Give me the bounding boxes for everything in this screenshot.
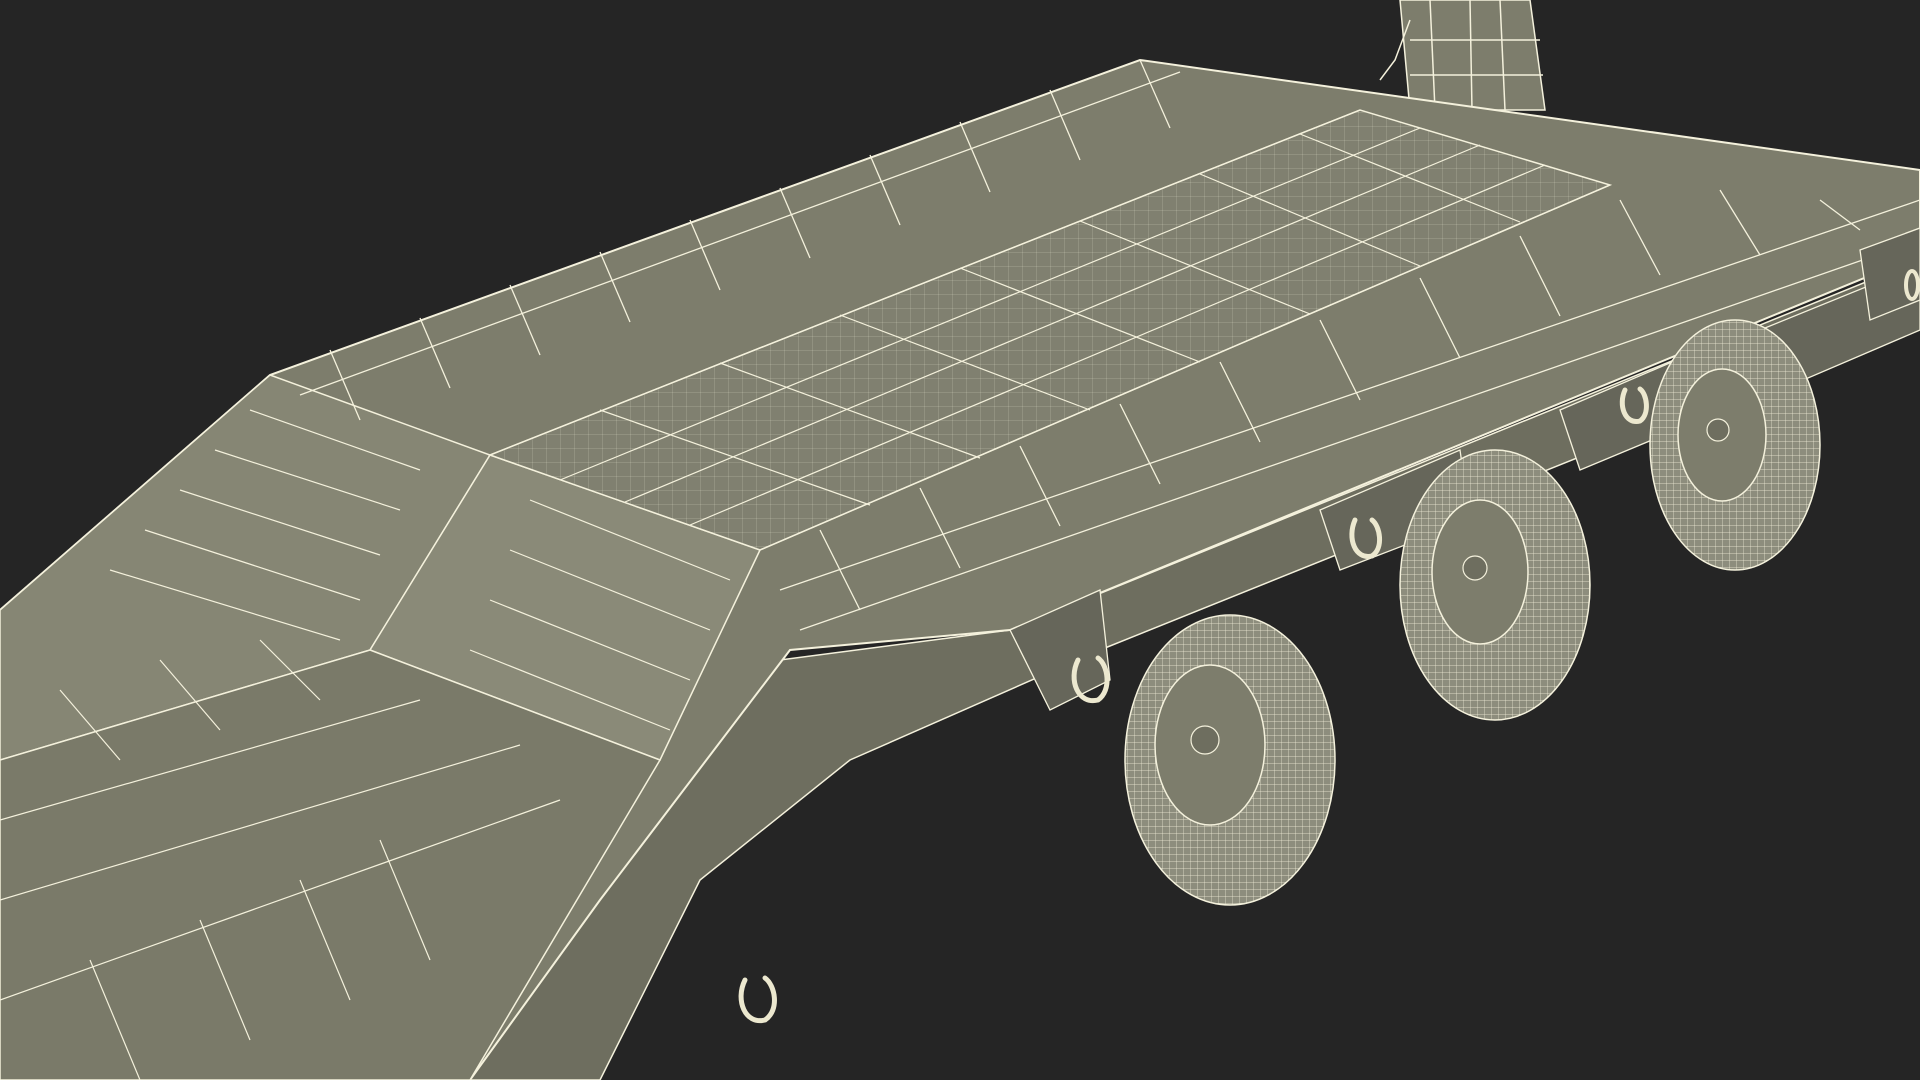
render-canvas <box>0 0 1920 1080</box>
wheel-middle <box>1399 449 1591 721</box>
wheel-rear <box>1649 319 1821 571</box>
wheel-front <box>1124 614 1336 906</box>
